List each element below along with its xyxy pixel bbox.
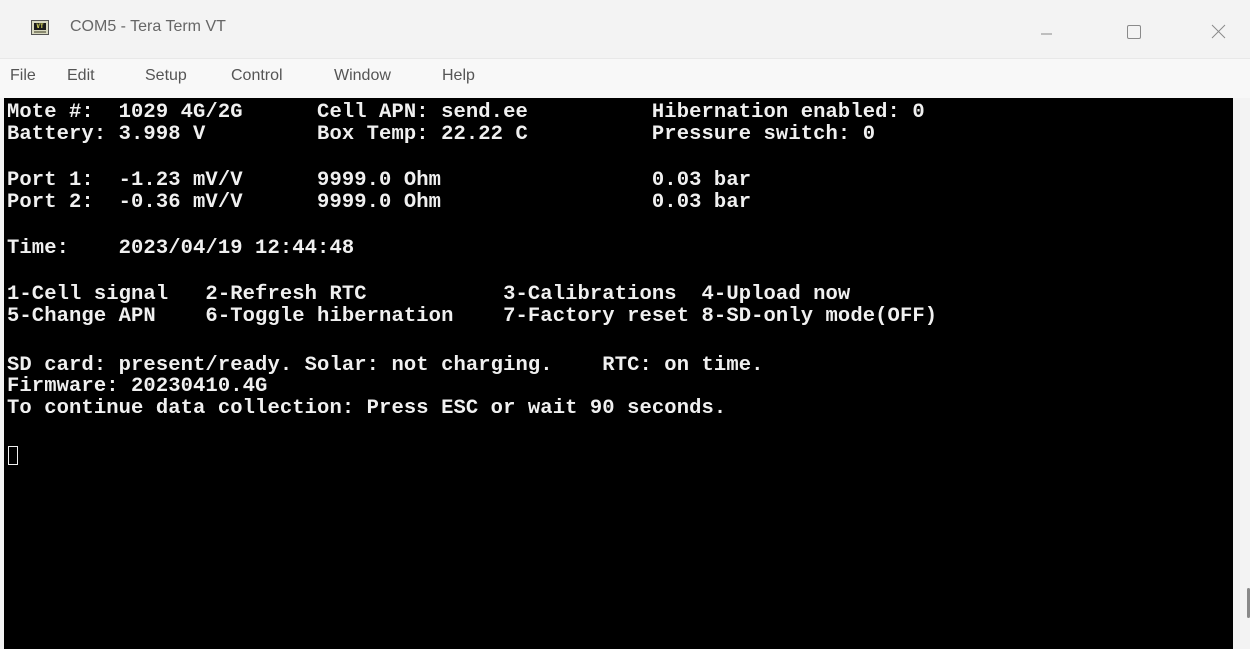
terminal-line: Firmware: 20230410.4G [7, 375, 268, 398]
terminal-line: Battery: 3.998 V Box Temp: 22.22 C Press… [7, 123, 876, 146]
tera-term-vt-icon[interactable]: VT [31, 20, 49, 35]
terminal-line: SD card: present/ready. Solar: not charg… [7, 354, 764, 377]
maximize-icon [1127, 25, 1141, 39]
terminal-screen[interactable]: Mote #: 1029 4G/2G Cell APN: send.ee Hib… [4, 98, 1233, 649]
app-icon-label: VT [34, 23, 46, 30]
window-title: COM5 - Tera Term VT [70, 18, 226, 35]
menu-window[interactable]: Window [334, 67, 391, 85]
terminal-line: 5-Change APN 6-Toggle hibernation 7-Fact… [7, 305, 938, 328]
minimize-icon [1041, 33, 1052, 35]
terminal-line: Port 2: -0.36 mV/V 9999.0 Ohm 0.03 bar [7, 191, 752, 214]
terminal-line: Mote #: 1029 4G/2G Cell APN: send.ee Hib… [7, 101, 925, 124]
terminal-cursor [8, 446, 18, 465]
menu-file[interactable]: File [10, 67, 36, 85]
menu-help[interactable]: Help [442, 67, 475, 85]
menu-edit[interactable]: Edit [67, 67, 95, 85]
menu-setup[interactable]: Setup [145, 67, 187, 85]
tera-term-window: VT COM5 - Tera Term VT File Edit Setup C… [0, 0, 1250, 649]
menu-control[interactable]: Control [231, 67, 283, 85]
terminal-line: Time: 2023/04/19 12:44:48 [7, 237, 355, 260]
terminal-line: Port 1: -1.23 mV/V 9999.0 Ohm 0.03 bar [7, 169, 752, 192]
terminal-line: To continue data collection: Press ESC o… [7, 397, 727, 420]
terminal-line: 1-Cell signal 2-Refresh RTC 3-Calibratio… [7, 283, 851, 306]
close-button[interactable] [1188, 0, 1250, 58]
title-bar[interactable]: VT COM5 - Tera Term VT [0, 0, 1250, 58]
menu-bar: File Edit Setup Control Window Help [0, 58, 1250, 98]
vertical-scrollbar[interactable] [1233, 98, 1250, 649]
minimize-button[interactable] [1015, 0, 1077, 58]
maximize-button[interactable] [1103, 0, 1165, 58]
close-icon [1211, 24, 1226, 39]
